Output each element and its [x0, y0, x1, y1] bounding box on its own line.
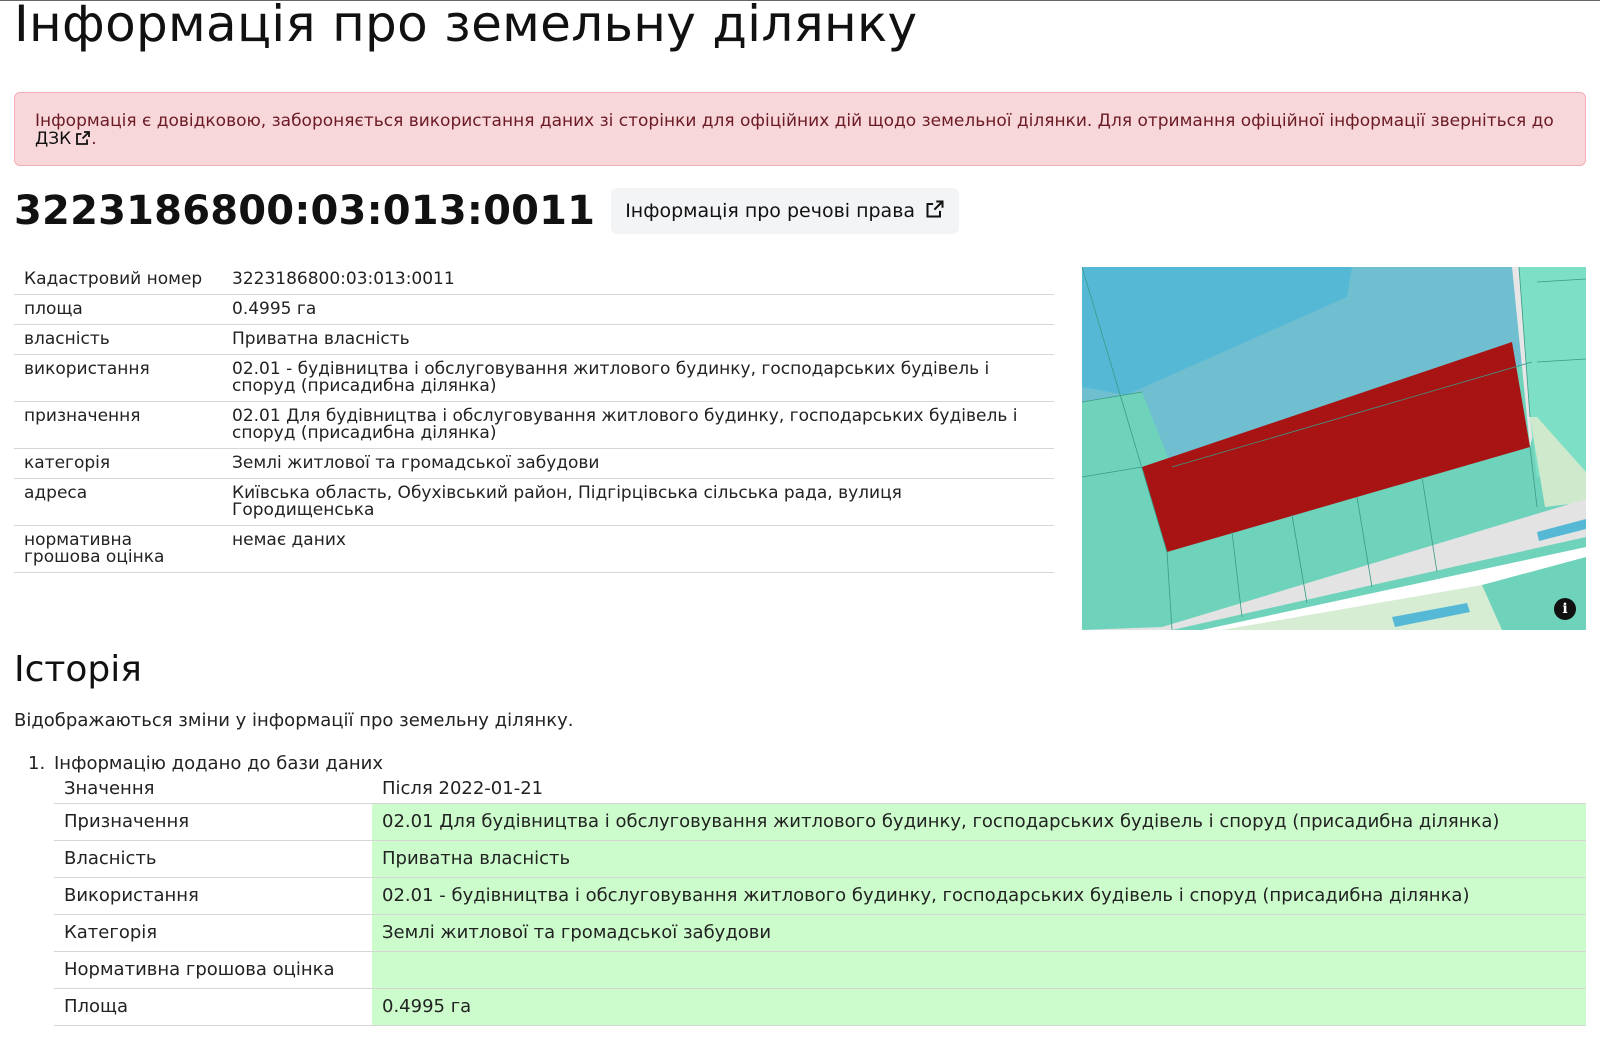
history-header-label: Значення	[54, 775, 372, 804]
history-title: Історія	[14, 649, 142, 690]
property-value: 0.4995 га	[222, 294, 1054, 325]
history-item-title: 1. Інформацію додано до бази даних	[14, 753, 1586, 775]
history-field-value: 02.01 Для будівництва і обслуговування ж…	[372, 803, 1586, 841]
parcel-map[interactable]: i	[1082, 267, 1586, 630]
external-link-icon	[75, 130, 91, 150]
history-row: Площа 0.4995 га	[54, 988, 1586, 1026]
property-row: нормативна грошова оцінка немає даних	[14, 525, 1054, 573]
history-field-label: Використання	[54, 877, 372, 915]
history-field-label: Нормативна грошова оцінка	[54, 951, 372, 989]
property-row: категорія Землі житлової та громадської з…	[14, 448, 1054, 479]
page-title: Інформація про земельну ділянку	[14, 0, 918, 53]
history-item-number: 1.	[28, 753, 46, 774]
history-field-value	[372, 951, 1586, 989]
history-row: Власність Приватна власність	[54, 840, 1586, 878]
property-value: 02.01 - будівництва і обслуговування жит…	[222, 354, 1054, 402]
property-row: Кадастровий номер 3223186800:03:013:0011	[14, 265, 1054, 295]
property-value: Приватна власність	[222, 324, 1054, 355]
property-row: використання 02.01 - будівництва і обслуг…	[14, 354, 1054, 402]
property-row: призначення 02.01 Для будівництва і обслу…	[14, 401, 1054, 449]
history-row: Категорія Землі житлової та громадської з…	[54, 914, 1586, 952]
history-field-value: 0.4995 га	[372, 988, 1586, 1026]
property-value: немає даних	[222, 525, 1054, 573]
history-header-value: Після 2022-01-21	[372, 775, 1586, 804]
history-row: Нормативна грошова оцінка	[54, 951, 1586, 989]
property-label: категорія	[14, 448, 222, 479]
history-field-value: 02.01 - будівництва і обслуговування жит…	[372, 877, 1586, 915]
property-label: адреса	[14, 478, 222, 526]
history-field-label: Власність	[54, 840, 372, 878]
property-value: 3223186800:03:013:0011	[222, 265, 1054, 295]
property-row: власність Приватна власність	[14, 324, 1054, 355]
history-field-label: Площа	[54, 988, 372, 1026]
history-field-value: Землі житлової та громадської забудови	[372, 914, 1586, 952]
history-item-label: Інформацію додано до бази даних	[54, 753, 383, 774]
property-row: площа 0.4995 га	[14, 294, 1054, 325]
dzk-link[interactable]: ДЗК	[35, 129, 91, 149]
property-label: площа	[14, 294, 222, 325]
property-rights-button[interactable]: Інформація про речові права	[611, 188, 960, 234]
property-label: нормативна грошова оцінка	[14, 525, 222, 573]
history-row: Призначення 02.01 Для будівництва і обслу…	[54, 803, 1586, 841]
property-label: використання	[14, 354, 222, 402]
alert-text: Інформація є довідковою, забороняється в…	[35, 111, 1554, 131]
history-row: Використання 02.01 - будівництва і обслуг…	[54, 877, 1586, 915]
history-field-label: Категорія	[54, 914, 372, 952]
map-info-icon[interactable]: i	[1554, 598, 1576, 620]
cadastral-number-heading: 3223186800:03:013:0011	[14, 188, 596, 234]
alert-end: .	[91, 129, 97, 149]
history-table-header: Значення Після 2022-01-21	[54, 775, 1586, 804]
history-list: 1. Інформацію додано до бази даних Значен…	[14, 753, 1586, 1026]
property-rights-button-label: Інформація про речові права	[625, 200, 916, 222]
history-description: Відображаються зміни у інформації про зе…	[14, 710, 574, 731]
property-value: Київська область, Обухівський район, Під…	[222, 478, 1054, 526]
property-value: Землі житлової та громадської забудови	[222, 448, 1054, 479]
map-canvas	[1082, 267, 1586, 630]
parcel-properties-table: Кадастровий номер 3223186800:03:013:0011 п…	[14, 265, 1054, 573]
property-value: 02.01 Для будівництва і обслуговування ж…	[222, 401, 1054, 449]
history-field-label: Призначення	[54, 803, 372, 841]
external-link-icon	[925, 199, 945, 224]
history-field-value: Приватна власність	[372, 840, 1586, 878]
disclaimer-alert: Інформація є довідковою, забороняється в…	[14, 92, 1586, 166]
history-item: 1. Інформацію додано до бази даних Значен…	[14, 753, 1586, 1026]
parcel-header: 3223186800:03:013:0011 Інформація про ре…	[14, 187, 960, 235]
property-label: власність	[14, 324, 222, 355]
property-label: призначення	[14, 401, 222, 449]
history-changes-table: Значення Після 2022-01-21 Призначення 02.…	[54, 775, 1586, 1026]
page: Інформація про земельну ділянку Інформац…	[0, 0, 1600, 1039]
property-row: адреса Київська область, Обухівський райо…	[14, 478, 1054, 526]
dzk-link-label: ДЗК	[35, 129, 72, 149]
property-label: Кадастровий номер	[14, 265, 222, 295]
